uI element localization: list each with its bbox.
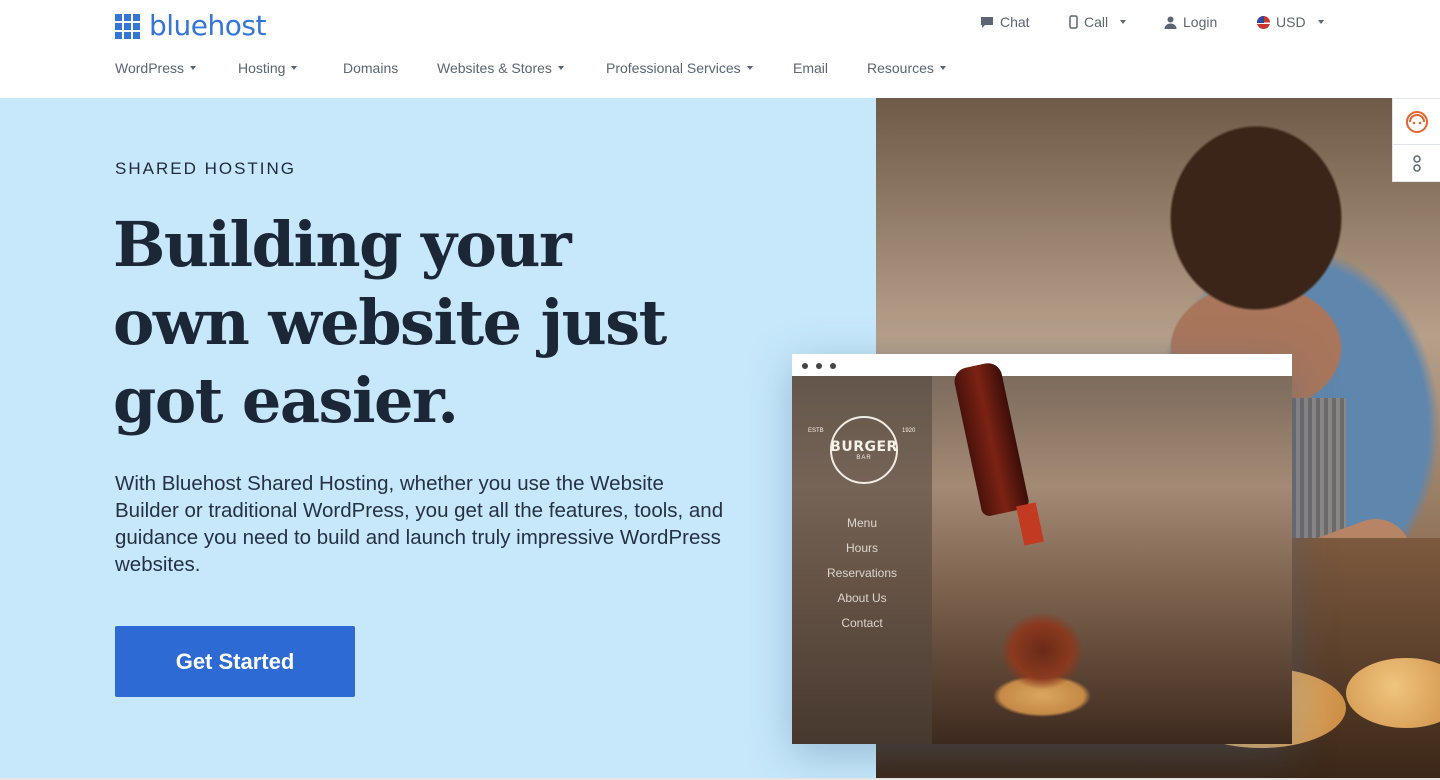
website-preview-mockup: BURGER BAR ESTB 1920 Menu Hours Reservat… — [792, 354, 1292, 744]
phone-icon — [1069, 15, 1078, 29]
chat-icon — [981, 16, 993, 28]
call-link[interactable]: Call — [1069, 14, 1127, 30]
chevron-down-icon — [1317, 20, 1324, 24]
hero-description: With Bluehost Shared Hosting, whether yo… — [115, 472, 724, 576]
headline-line: own website just — [113, 286, 667, 359]
nav-item-domains[interactable]: Domains — [343, 60, 398, 76]
get-started-button[interactable]: Get Started — [115, 626, 355, 697]
nav-item-label: Professional Services — [606, 60, 741, 76]
hero-headline: Building your own website just got easie… — [113, 206, 733, 440]
mockup-menu: Menu Hours Reservations About Us Contact — [792, 511, 932, 636]
chevron-down-icon — [291, 66, 298, 70]
nav-item-label: Domains — [343, 60, 399, 76]
site-header: bluehost Chat Call Login USD WordPress H… — [0, 0, 1440, 98]
accessibility-icon — [1413, 155, 1421, 172]
mockup-menu-item: Hours — [845, 541, 878, 555]
currency-label: USD — [1276, 14, 1306, 30]
main-nav: WordPress Hosting Domains Websites & Sto… — [0, 60, 1440, 78]
chevron-down-icon — [939, 66, 946, 70]
mockup-sidebar: BURGER BAR ESTB 1920 Menu Hours Reservat… — [792, 376, 932, 744]
nav-item-label: Resources — [867, 60, 934, 76]
chevron-down-icon — [746, 66, 753, 70]
nav-item-websites-stores[interactable]: Websites & Stores — [437, 60, 564, 76]
chat-label: Chat — [1000, 14, 1030, 30]
nav-item-hosting[interactable]: Hosting — [238, 60, 298, 76]
accessibility-button[interactable] — [1393, 145, 1440, 183]
utility-bar: Chat Call Login USD — [0, 14, 1440, 34]
mockup-menu-item: Contact — [841, 616, 883, 630]
mockup-menu-item: Menu — [846, 516, 878, 530]
mockup-menu-item: Reservations — [826, 566, 898, 580]
nav-item-professional-services[interactable]: Professional Services — [606, 60, 753, 76]
chevron-down-icon — [557, 66, 564, 70]
login-link[interactable]: Login — [1164, 14, 1217, 30]
nav-item-label: Hosting — [238, 60, 286, 76]
support-agent-button[interactable] — [1393, 99, 1440, 145]
nav-item-label: WordPress — [115, 60, 184, 76]
nav-item-email[interactable]: Email — [793, 60, 828, 76]
login-label: Login — [1183, 14, 1218, 30]
support-agent-icon — [1406, 110, 1428, 133]
mockup-menu-item: About Us — [837, 591, 887, 605]
nav-item-wordpress[interactable]: WordPress — [115, 60, 196, 76]
us-flag-icon — [1257, 15, 1270, 29]
nav-item-label: Websites & Stores — [437, 60, 552, 76]
hero-eyebrow: SHARED HOSTING — [115, 159, 297, 178]
currency-selector[interactable]: USD — [1257, 14, 1324, 30]
hero-section: SHARED HOSTING Building your own website… — [0, 98, 1440, 778]
chat-link[interactable]: Chat — [980, 14, 1030, 30]
call-label: Call — [1084, 14, 1109, 30]
headline-line: got easier. — [113, 364, 459, 437]
side-support-widget — [1392, 98, 1440, 182]
burger-bar-badge: BURGER BAR — [830, 416, 898, 484]
nav-item-label: Email — [793, 60, 829, 76]
browser-bar — [792, 354, 1292, 376]
nav-item-resources[interactable]: Resources — [867, 60, 946, 76]
chevron-down-icon — [189, 66, 196, 70]
headline-line: Building your — [113, 208, 572, 281]
chevron-down-icon — [1120, 20, 1127, 24]
user-icon — [1164, 16, 1177, 29]
